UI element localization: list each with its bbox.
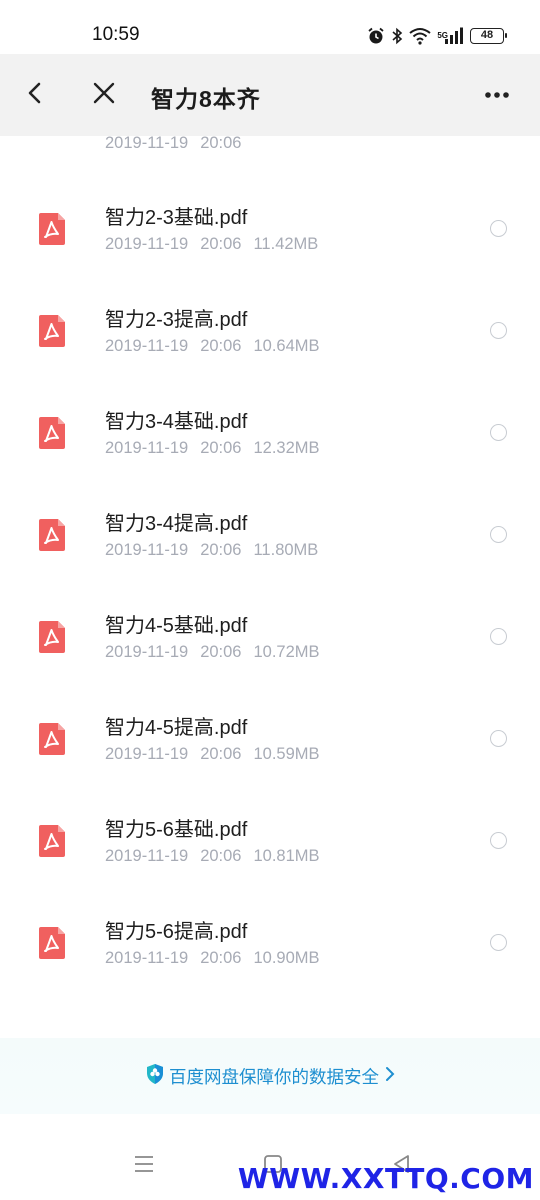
file-row[interactable]: 智力3-4提高.pdf 2019-11-19 20:06 11.80MB <box>0 480 540 582</box>
more-button[interactable] <box>478 76 516 114</box>
cellular-signal-icon: 5G <box>437 27 464 45</box>
file-name: 智力4-5提高.pdf <box>105 717 248 739</box>
pdf-icon <box>36 518 68 552</box>
page-title: 智力8本齐 <box>151 86 261 112</box>
file-size: 12.32MB <box>253 439 320 457</box>
file-size: 11.42MB <box>253 235 319 253</box>
file-time: 20:06 <box>200 847 242 865</box>
file-name: 智力5-6提高.pdf <box>105 921 248 943</box>
file-row[interactable]: 智力4-5基础.pdf 2019-11-19 20:06 10.72MB <box>0 582 540 684</box>
select-radio[interactable] <box>490 220 507 237</box>
pdf-icon <box>36 212 68 246</box>
pdf-icon <box>36 416 68 450</box>
status-time: 10:59 <box>92 24 140 45</box>
pdf-icon <box>36 722 68 756</box>
file-date: 2019-11-19 <box>105 949 189 967</box>
file-row[interactable]: 智力2-3提高.pdf 2019-11-19 20:06 10.64MB <box>0 276 540 378</box>
file-meta: 2019-11-19 20:06 11.42MB <box>105 235 318 254</box>
select-radio[interactable] <box>490 832 507 849</box>
file-row[interactable]: 智力5-6基础.pdf 2019-11-19 20:06 10.81MB <box>0 786 540 888</box>
security-promo-bar[interactable]: 百度网盘保障你的数据安全 <box>0 1038 540 1114</box>
chevron-left-icon <box>25 81 45 110</box>
select-radio[interactable] <box>490 628 507 645</box>
file-row[interactable]: 智力3-4基础.pdf 2019-11-19 20:06 12.32MB <box>0 378 540 480</box>
file-date: 2019-11-19 <box>105 235 189 253</box>
status-icons: 5G 48 <box>367 26 507 46</box>
file-size: 10.59MB <box>253 745 320 763</box>
watermark: WWW.XXTTQ.COM <box>237 1162 534 1195</box>
file-meta: 2019-11-19 20:06 10.72MB <box>105 643 320 662</box>
file-date: 2019-11-19 <box>105 541 189 559</box>
file-name: 智力2-3提高.pdf <box>105 309 248 331</box>
pdf-icon <box>36 926 68 960</box>
select-radio[interactable] <box>490 934 507 951</box>
file-name: 智力4-5基础.pdf <box>105 615 248 637</box>
signal-label: 5G <box>437 31 448 40</box>
file-date: 2019-11-19 <box>105 439 189 457</box>
battery-icon: 48 <box>470 28 507 44</box>
file-time: 20:06 <box>200 235 242 253</box>
pdf-icon <box>36 824 68 858</box>
file-row[interactable]: 智力4-5提高.pdf 2019-11-19 20:06 10.59MB <box>0 684 540 786</box>
wifi-icon <box>409 27 431 45</box>
file-size: 10.81MB <box>253 847 320 865</box>
shield-icon <box>145 1063 165 1090</box>
select-radio[interactable] <box>490 424 507 441</box>
select-radio[interactable] <box>490 322 507 339</box>
select-radio[interactable] <box>490 526 507 543</box>
bluetooth-icon <box>391 27 403 45</box>
close-icon <box>92 81 116 110</box>
file-meta: 2019-11-19 20:06 11.80MB <box>105 541 318 560</box>
chevron-right-icon <box>385 1065 395 1088</box>
file-meta: 2019-11-19 20:06 10.59MB <box>105 745 320 764</box>
back-button[interactable] <box>16 76 54 114</box>
file-row[interactable]: 智力5-6提高.pdf 2019-11-19 20:06 10.90MB <box>0 888 540 990</box>
file-time: 20:06 <box>200 439 242 457</box>
file-name: 智力2-3基础.pdf <box>105 207 248 229</box>
file-time: 20:06 <box>200 643 242 661</box>
menu-icon <box>133 1154 155 1179</box>
file-time: 20:06 <box>200 949 242 967</box>
file-size: 10.72MB <box>253 643 320 661</box>
file-time: 20:06 <box>200 337 242 355</box>
file-name: 智力5-6基础.pdf <box>105 819 248 841</box>
file-meta: 2019-11-19 20:06 <box>105 134 242 152</box>
file-date: 2019-11-19 <box>105 745 189 763</box>
app-header: 智力8本齐 <box>0 54 540 136</box>
file-name: 智力3-4基础.pdf <box>105 411 248 433</box>
file-row[interactable]: 智力2-3基础.pdf 2019-11-19 20:06 11.42MB <box>0 174 540 276</box>
file-meta: 2019-11-19 20:06 10.64MB <box>105 337 320 356</box>
more-horizontal-icon <box>484 86 510 104</box>
close-button[interactable] <box>85 76 123 114</box>
select-radio[interactable] <box>490 730 507 747</box>
file-size: 10.90MB <box>253 949 320 967</box>
file-list: 2019-11-19 20:06 智力2-3基础.pdf 2019-11-19 20:… <box>0 110 540 1010</box>
security-promo-text: 百度网盘保障你的数据安全 <box>169 1066 379 1087</box>
file-date: 2019-11-19 <box>105 337 189 355</box>
pdf-icon <box>36 314 68 348</box>
pdf-icon <box>36 620 68 654</box>
file-time: 20:06 <box>200 541 242 559</box>
file-meta: 2019-11-19 20:06 10.90MB <box>105 949 320 968</box>
file-name: 智力3-4提高.pdf <box>105 513 248 535</box>
file-date: 2019-11-19 <box>105 643 189 661</box>
file-size: 11.80MB <box>253 541 319 559</box>
file-meta: 2019-11-19 20:06 12.32MB <box>105 439 320 458</box>
alarm-icon <box>367 27 385 45</box>
file-date: 2019-11-19 <box>105 847 189 865</box>
file-size: 10.64MB <box>253 337 320 355</box>
status-bar: 10:59 5G 48 <box>0 0 540 54</box>
file-time: 20:06 <box>200 745 242 763</box>
file-meta: 2019-11-19 20:06 10.81MB <box>105 847 320 866</box>
menu-button[interactable] <box>130 1152 158 1180</box>
